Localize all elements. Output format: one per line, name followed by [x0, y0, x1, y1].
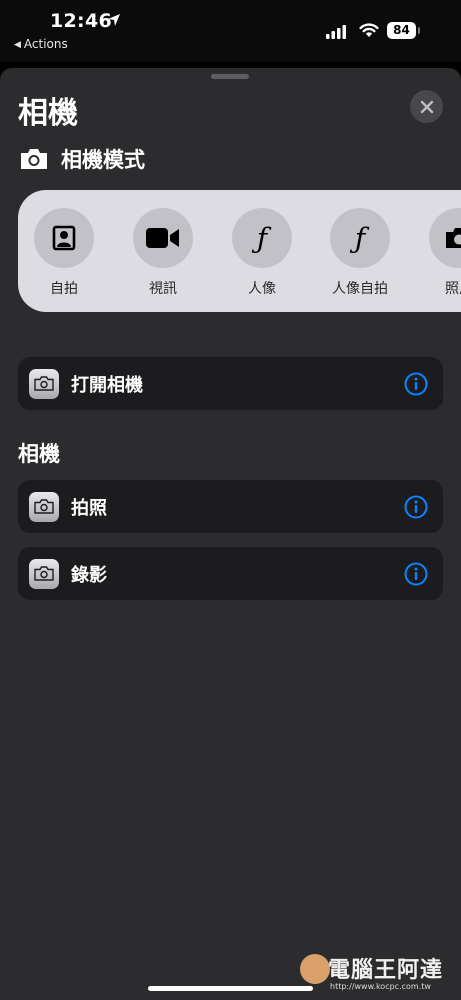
- sheet-grabber[interactable]: [211, 74, 249, 79]
- photo-mode-button[interactable]: [429, 208, 461, 268]
- camera-icon: [34, 376, 54, 391]
- camera-icon: [34, 566, 54, 581]
- aperture-f-icon[interactable]: ƒ: [232, 208, 292, 268]
- battery-level: 84: [387, 22, 416, 39]
- selfie-portrait-icon: [52, 225, 76, 251]
- mode-label: 視訊: [149, 281, 177, 297]
- battery-nub: [418, 27, 420, 34]
- mode-label: 照片: [445, 281, 461, 297]
- section-title: 相機: [18, 442, 60, 466]
- camera-icon: [21, 149, 47, 169]
- video-mode-button[interactable]: [133, 208, 193, 268]
- open-camera-action[interactable]: 打開相機: [18, 357, 443, 410]
- mode-portrait-selfie[interactable]: ƒ 人像自拍: [320, 208, 400, 298]
- mode-selfie[interactable]: 自拍: [24, 208, 104, 298]
- back-link-label: Actions: [23, 37, 68, 51]
- record-video-action[interactable]: 錄影: [18, 547, 443, 600]
- watermark: 電腦王阿達 http://www.kocpc.com.tw: [300, 950, 458, 996]
- back-triangle-icon: ◀: [14, 40, 21, 50]
- mode-label: 人像自拍: [332, 281, 388, 297]
- video-icon: [146, 228, 179, 248]
- back-to-actions-link[interactable]: ◀ Actions: [14, 37, 68, 51]
- home-indicator[interactable]: [148, 986, 313, 991]
- camera-mode-picker[interactable]: 自拍 視訊 ƒ 人像 ƒ 人像自拍 照: [18, 190, 461, 312]
- camera-app-icon: [29, 368, 59, 399]
- open-camera-label: 打開相機: [71, 374, 143, 396]
- info-icon[interactable]: [404, 372, 428, 396]
- info-icon[interactable]: [404, 562, 428, 586]
- mode-photo[interactable]: 照片: [419, 208, 461, 298]
- camera-mode-label: 相機模式: [61, 148, 145, 172]
- mode-video[interactable]: 視訊: [123, 208, 203, 298]
- watermark-text: 電腦王阿達: [328, 958, 444, 983]
- mode-label: 人像: [248, 281, 276, 297]
- cellular-signal-icon: [326, 25, 346, 39]
- aperture-f-icon[interactable]: ƒ: [330, 208, 390, 268]
- selfie-mode-button[interactable]: [34, 208, 94, 268]
- camera-sheet: 相機 相機模式 自拍 視訊 ƒ 人像 ƒ 人像自拍 照 打開相機 相機 拍照 錄…: [0, 68, 461, 1000]
- take-photo-action[interactable]: 拍照: [18, 480, 443, 533]
- sheet-title: 相機: [18, 96, 78, 131]
- wifi-icon: [359, 23, 379, 37]
- camera-app-icon: [29, 558, 59, 589]
- watermark-url: http://www.kocpc.com.tw: [330, 982, 431, 991]
- watermark-mascot-icon: [300, 954, 330, 984]
- camera-mode-header[interactable]: 相機模式: [19, 144, 145, 174]
- mode-portrait[interactable]: ƒ 人像: [222, 208, 302, 298]
- close-icon: [420, 100, 433, 113]
- location-arrow-icon: [108, 14, 120, 26]
- status-bar: 12:46 ◀ Actions 84: [0, 0, 461, 62]
- camera-icon: [34, 499, 54, 514]
- mode-label: 自拍: [50, 281, 78, 297]
- close-button[interactable]: [410, 90, 443, 123]
- camera-app-icon: [29, 491, 59, 522]
- info-icon[interactable]: [404, 495, 428, 519]
- record-video-label: 錄影: [71, 564, 107, 586]
- status-time: 12:46: [50, 10, 112, 32]
- camera-icon: [446, 228, 461, 248]
- take-photo-label: 拍照: [71, 497, 107, 519]
